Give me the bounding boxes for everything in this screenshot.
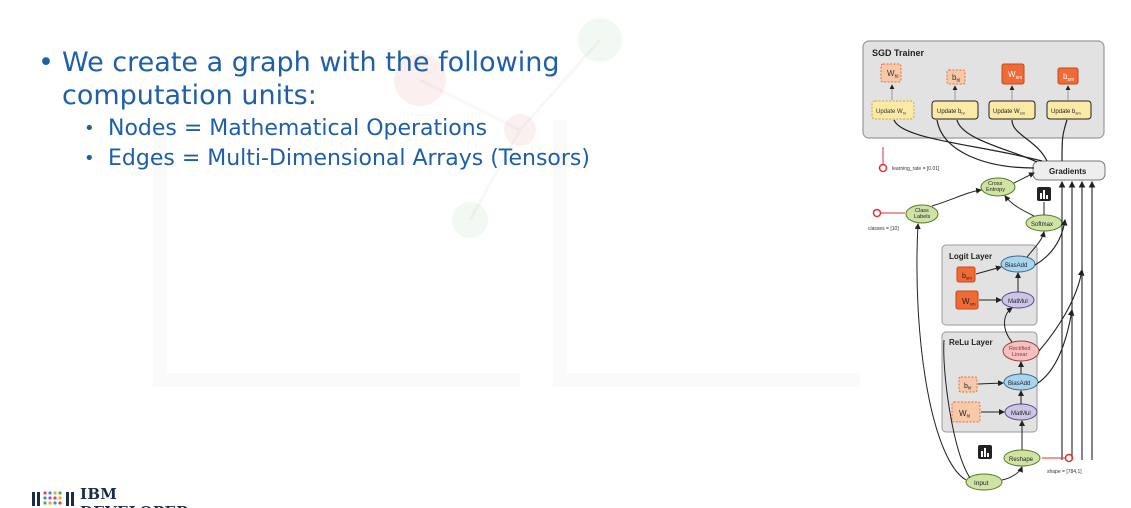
svg-text:Labels: Labels: [914, 214, 930, 220]
bullet-list: • We create a graph with the following c…: [38, 46, 662, 174]
bullet-main-text: We create a graph with the following com…: [62, 47, 560, 111]
svg-text:shape = [784,1]: shape = [784,1]: [1047, 469, 1082, 475]
learning-rate-label: learning_rate = [0.01]: [892, 166, 940, 172]
svg-text:BiasAdd: BiasAdd: [1005, 263, 1027, 269]
input-node: Input: [965, 473, 1003, 491]
svg-text:Update Wsm: Update Wsm: [993, 109, 1026, 116]
shape-node: shape = [784,1]: [1042, 453, 1082, 475]
svg-text:Entropy: Entropy: [986, 187, 1005, 193]
logit-w-param: Wsm: [955, 290, 979, 310]
bullet-main: • We create a graph with the following c…: [38, 46, 662, 112]
svg-text:Gradients: Gradients: [1049, 167, 1087, 176]
gradients-node: Gradients: [1032, 160, 1106, 181]
sub-bullet-edges: • Edges = Multi-Dimensional Arrays (Tens…: [84, 144, 662, 174]
svg-text:Update bhl: Update bhl: [937, 109, 965, 116]
sub-bullet-text: Nodes = Mathematical Operations: [108, 116, 488, 141]
param-b-sm: bsm: [1057, 67, 1079, 85]
svg-text:Reshape: Reshape: [1009, 457, 1034, 463]
svg-text:Update bsm: Update bsm: [1051, 109, 1081, 116]
param-b-hl: bhl: [946, 69, 966, 85]
svg-text:Update Whl: Update Whl: [876, 109, 906, 116]
sub-bullet-text: Edges = Multi-Dimensional Arrays (Tensor…: [108, 146, 590, 171]
reshape-node: Reshape: [1003, 449, 1041, 467]
cross-entropy-node: Cross Entropy: [980, 177, 1016, 197]
relu-b-param: bhl: [958, 376, 978, 393]
param-w-hl: Whl: [880, 63, 902, 83]
class-labels-node: Class Labels: [905, 204, 939, 224]
bullet-dot: •: [84, 118, 95, 139]
update-b-sm: Update bsm: [1046, 100, 1092, 120]
svg-text:BiasAdd: BiasAdd: [1008, 381, 1030, 387]
bullet-dot: •: [38, 47, 54, 78]
relu-biasadd-node: BiasAdd: [1003, 373, 1039, 391]
svg-text:Linear: Linear: [1012, 352, 1027, 358]
svg-text:Input: Input: [974, 480, 989, 487]
relu-w-param: Whl: [951, 401, 981, 423]
update-w-sm: Update Wsm: [988, 100, 1036, 120]
update-w-hl: Update Whl: [871, 100, 915, 120]
logo-text: IBM DEVELOPER: [80, 485, 189, 508]
bar-chart-icon: [978, 445, 992, 459]
bullet-dot: •: [84, 148, 95, 169]
sgd-trainer-title: SGD Trainer: [872, 48, 925, 58]
tensorflow-graph-diagram: SGD Trainer Whl bhl Wsm bsm Update Whl U…: [862, 40, 1106, 491]
relu-layer-title: ReLu Layer: [949, 338, 993, 347]
logit-matmul-node: MatMul: [1001, 291, 1035, 309]
svg-text:MatMul: MatMul: [1011, 411, 1031, 417]
learning-rate-node: learning_rate = [0.01]: [878, 147, 940, 173]
ibm-developer-logo: IBM DEVELOPER: [30, 484, 230, 508]
svg-text:Softmax: Softmax: [1031, 222, 1053, 228]
logit-b-param: bsm: [956, 266, 976, 283]
sub-bullet-nodes: • Nodes = Mathematical Operations: [84, 114, 662, 144]
logo-mark-icon: [32, 491, 74, 506]
classes-node: classes = [10]: [868, 208, 905, 232]
svg-text:MatMul: MatMul: [1008, 299, 1028, 305]
rectified-linear-node: Rectified Linear: [1002, 340, 1040, 362]
param-w-sm: Wsm: [1001, 63, 1025, 85]
logit-biasadd-node: BiasAdd: [1000, 255, 1036, 273]
bar-chart-icon: [1037, 187, 1051, 201]
update-b-hl: Update bhl: [931, 100, 979, 120]
logit-layer-title: Logit Layer: [949, 252, 992, 261]
relu-matmul-node: MatMul: [1004, 403, 1038, 421]
softmax-node: Softmax: [1025, 214, 1063, 232]
svg-text:classes = [10]: classes = [10]: [868, 226, 899, 232]
